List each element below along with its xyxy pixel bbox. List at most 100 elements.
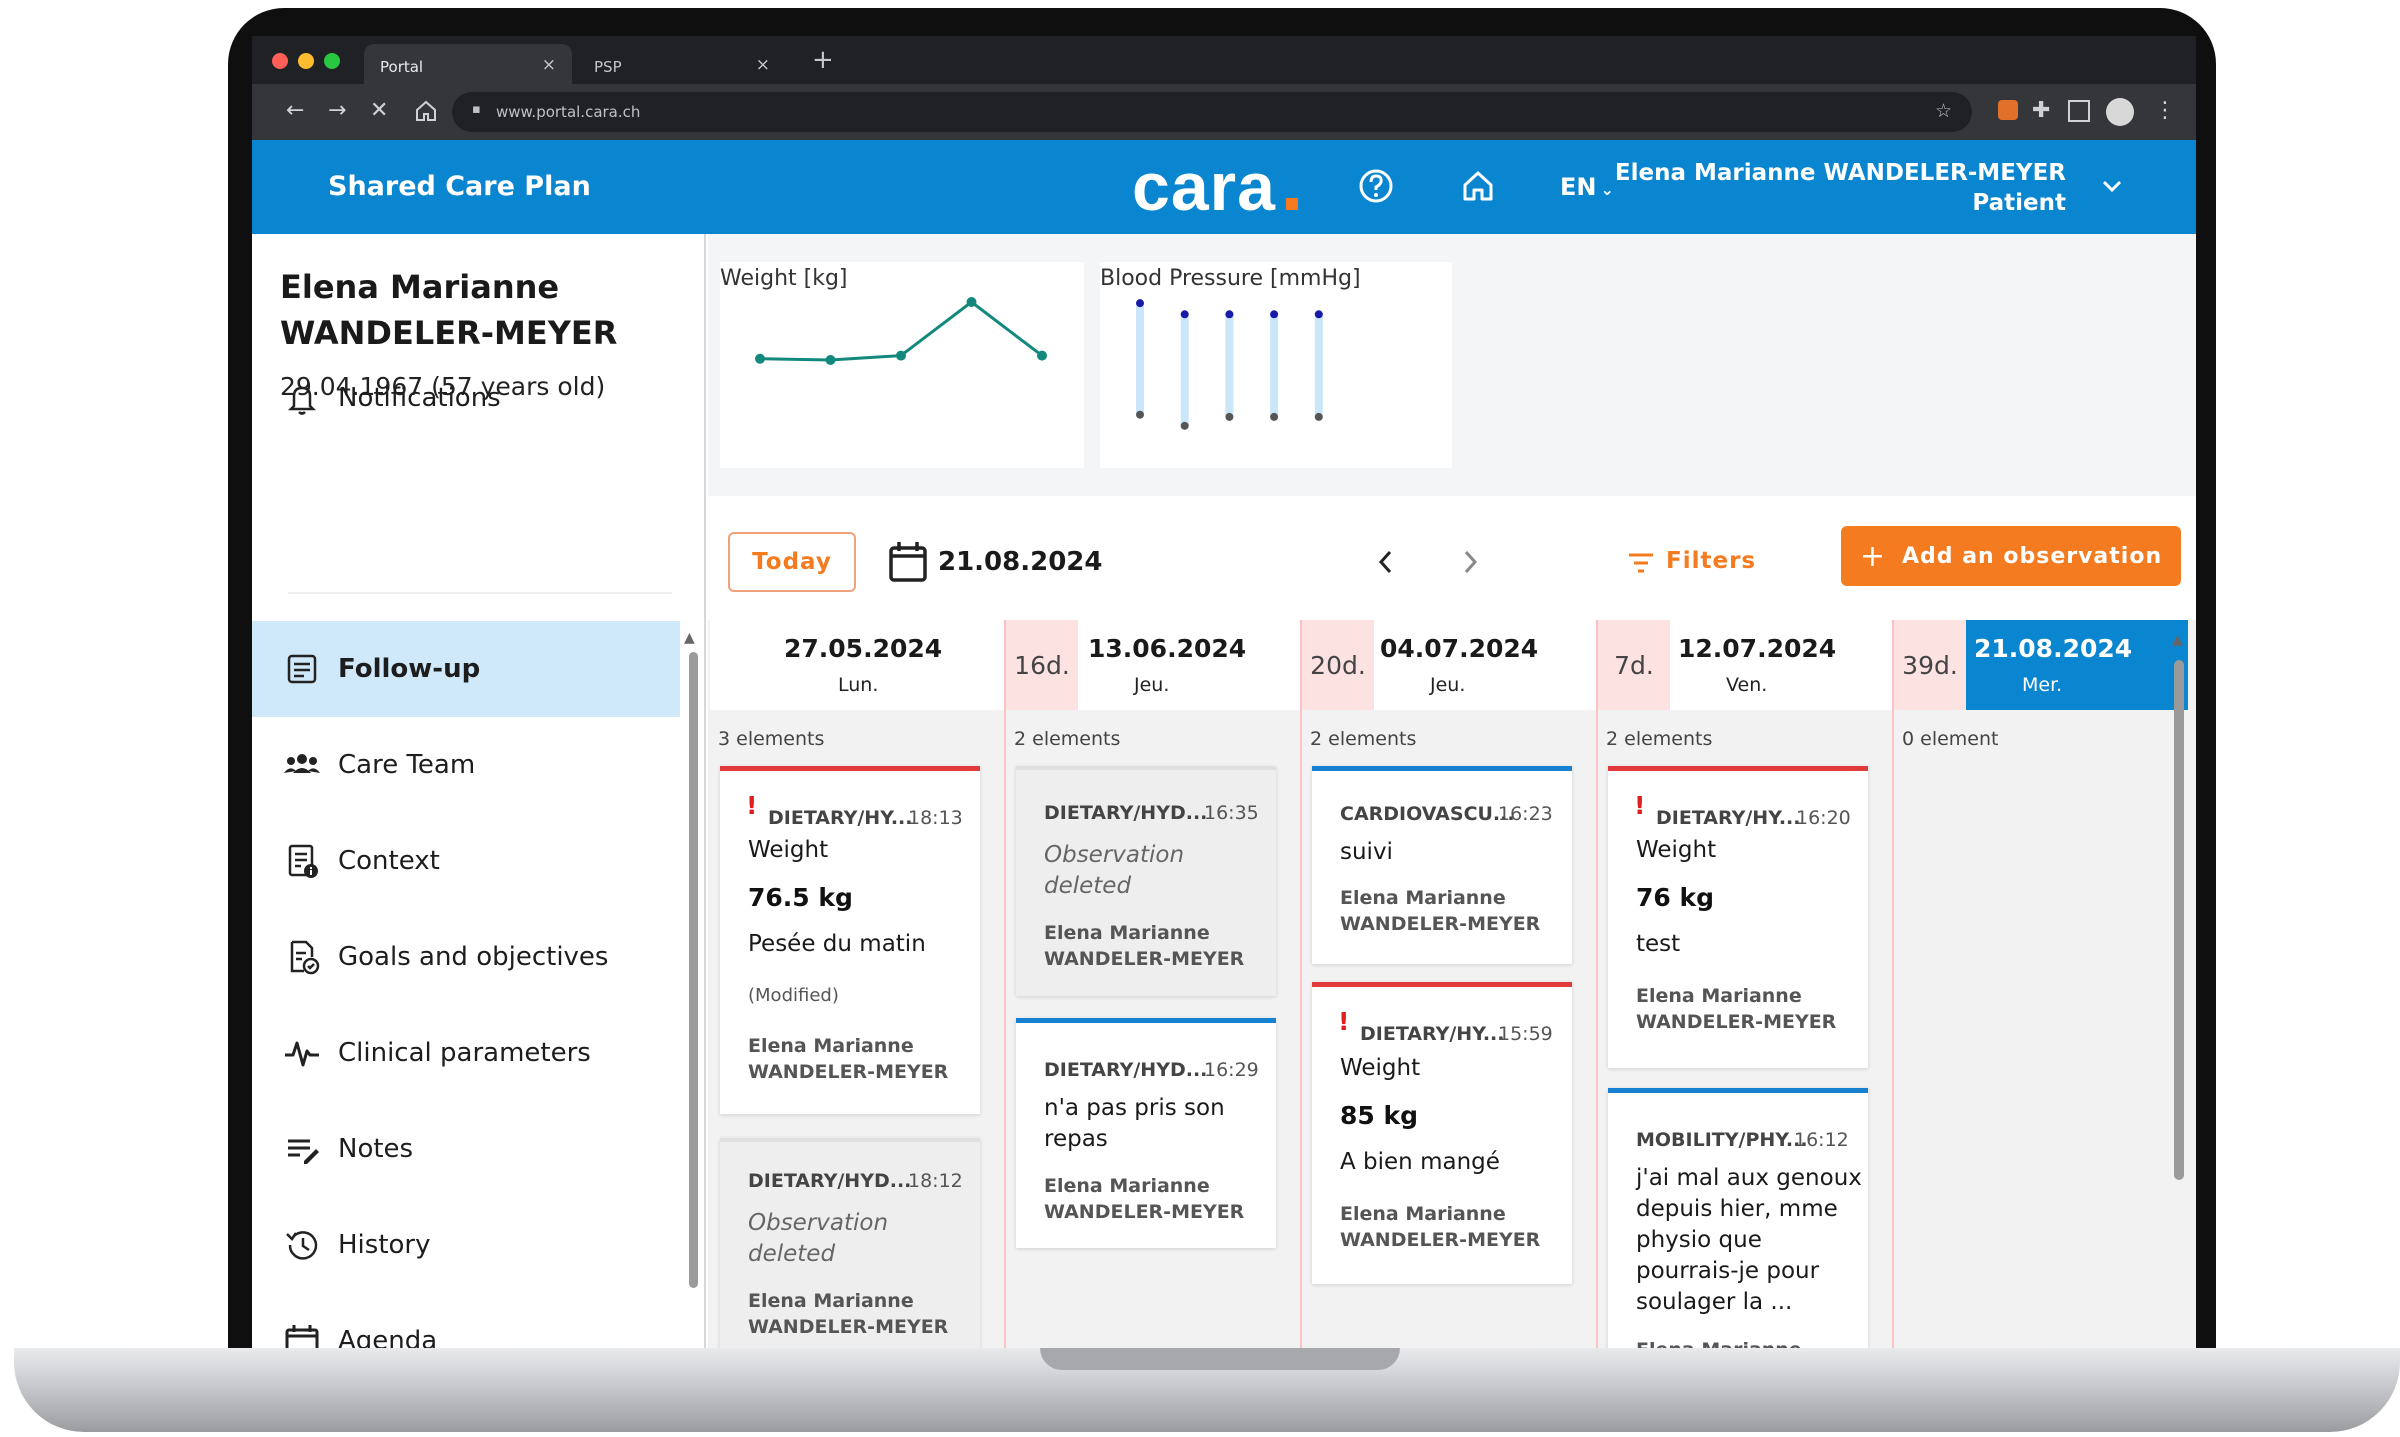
nav-care-team[interactable]: Care Team — [252, 717, 680, 813]
weight-chart[interactable]: Weight [kg] — [720, 262, 1084, 468]
blood-pressure-chart[interactable]: Blood Pressure [mmHg] — [1100, 262, 1452, 468]
more-menu-icon[interactable]: ⋮ — [2154, 97, 2176, 125]
sidebar-scrollbar[interactable] — [689, 652, 698, 1288]
back-icon[interactable]: ← — [286, 97, 304, 125]
observation-time: 15:59 — [1498, 1023, 1553, 1045]
home-icon[interactable] — [1458, 166, 1498, 206]
address-bar[interactable]: ▪ www.portal.cara.ch ☆ — [452, 92, 1972, 132]
weight-point — [896, 350, 906, 361]
context-icon — [288, 844, 318, 878]
language-selector[interactable]: EN ⌄ — [1560, 173, 1614, 201]
column-day: Jeu. — [1134, 674, 1170, 696]
column-date: 13.06.2024 — [1088, 634, 1247, 663]
forward-icon[interactable]: → — [328, 97, 346, 125]
deleted-observation-card[interactable]: DIETARY/HYD... 18:12 Observation deleted… — [720, 1138, 980, 1348]
home-browser-icon[interactable] — [414, 99, 438, 123]
add-observation-button[interactable]: + Add an observation — [1841, 526, 2181, 586]
maximize-window-dot[interactable] — [324, 53, 340, 69]
bp-range-bar — [1225, 314, 1234, 417]
observation-text: suivi — [1340, 839, 1393, 865]
observation-card[interactable]: ! DIETARY/HY... 18:13 Weight 76.5 kg Pes… — [720, 766, 980, 1114]
nav-agenda[interactable]: Agenda — [252, 1293, 680, 1348]
author-line1: Elena Marianne — [1340, 1203, 1506, 1225]
timeline-scrollbar[interactable] — [2174, 660, 2184, 1180]
close-tab-icon[interactable]: × — [542, 55, 556, 75]
deleted-text: deleted — [748, 1241, 836, 1267]
bp-range-bar — [1180, 314, 1189, 426]
observation-card[interactable]: ! DIETARY/HY... 15:59 Weight 85 kg A bie… — [1312, 982, 1572, 1284]
nav-history[interactable]: History — [252, 1197, 680, 1293]
deleted-observation-card[interactable]: DIETARY/HYD... 16:35 Observation deleted… — [1016, 766, 1276, 996]
date-picker-icon[interactable] — [888, 540, 928, 584]
author-line1: Elena Marianne — [1340, 887, 1506, 909]
minimize-window-dot[interactable] — [298, 53, 314, 69]
patient-name-line1: Elena Marianne — [280, 268, 560, 306]
app-title: Shared Care Plan — [328, 171, 591, 202]
author-line2: WANDELER-MEYER — [1340, 913, 1541, 935]
next-date-icon[interactable] — [1460, 548, 1480, 576]
browser-tab-label: PSP — [594, 58, 622, 76]
add-observation-label: Add an observation — [1902, 543, 2163, 569]
timeline-column-today: 39d. 21.08.2024 Mer. 0 element — [1894, 620, 2188, 1348]
scroll-up-arrow[interactable]: ▲ — [684, 630, 695, 646]
observation-text: soulager la ... — [1636, 1289, 1793, 1315]
profile-avatar[interactable] — [2106, 98, 2134, 126]
element-count: 2 elements — [1014, 728, 1121, 750]
gap-badge: 20d. — [1302, 620, 1374, 710]
main-content: Weight [kg] Blood Pressure [mmHg] Today … — [708, 234, 2196, 1348]
nav-goals[interactable]: Goals and objectives — [252, 909, 680, 1005]
today-button[interactable]: Today — [728, 532, 856, 592]
nav-clinical-parameters[interactable]: Clinical parameters — [252, 1005, 680, 1101]
weight-point — [1037, 350, 1047, 361]
deleted-text: Observation — [748, 1210, 889, 1236]
previous-date-icon[interactable] — [1376, 548, 1396, 576]
user-menu-chevron-icon[interactable] — [2100, 176, 2124, 196]
bp-systolic-point — [1225, 310, 1234, 319]
column-day: Ven. — [1726, 674, 1768, 696]
nav-context[interactable]: Context — [252, 813, 680, 909]
observation-card[interactable]: DIETARY/HYD... 16:29 n'a pas pris son re… — [1016, 1018, 1276, 1248]
author-line2: WANDELER-MEYER — [748, 1061, 949, 1083]
gap-badge: 7d. — [1598, 620, 1670, 710]
logo-dot — [1286, 198, 1298, 210]
timeline-scroll-up-arrow[interactable]: ▲ — [2172, 632, 2183, 648]
plus-icon: + — [1859, 538, 1887, 574]
observation-card[interactable]: MOBILITY/PHY... 16:12 j'ai mal aux genou… — [1608, 1088, 1868, 1348]
browser-tab-portal[interactable]: Portal × — [364, 44, 572, 84]
bp-diastolic-point — [1225, 412, 1234, 421]
cara-logo[interactable]: cara — [1132, 148, 1276, 226]
new-tab-icon[interactable]: + — [812, 45, 834, 75]
close-tab-icon[interactable]: × — [756, 55, 770, 75]
weight-point — [755, 353, 765, 364]
nav-follow-up[interactable]: Follow-up — [252, 621, 680, 717]
column-header: 27.05.2024 Lun. — [710, 620, 1004, 710]
nav-notifications[interactable]: Notifications — [252, 350, 680, 446]
element-count: 2 elements — [1310, 728, 1417, 750]
bp-diastolic-point — [1136, 410, 1144, 419]
column-date: 04.07.2024 — [1380, 634, 1539, 663]
sidepanel-icon[interactable] — [2068, 100, 2090, 122]
bp-chart-plot — [1136, 299, 1323, 430]
lock-icon: ▪ — [472, 102, 481, 117]
nav-notes[interactable]: Notes — [252, 1101, 680, 1197]
filter-icon — [1629, 553, 1653, 573]
history-icon — [286, 1231, 318, 1260]
extension-icon[interactable] — [1998, 100, 2018, 120]
weight-chart-plot — [755, 297, 1047, 365]
browser-tab-psp[interactable]: PSP × — [578, 44, 786, 84]
stop-icon[interactable]: ✕ — [370, 97, 388, 125]
help-icon[interactable] — [1356, 166, 1396, 206]
current-date[interactable]: 21.08.2024 — [938, 547, 1102, 577]
filters-button[interactable]: Filters — [1666, 548, 1756, 574]
observation-card[interactable]: CARDIOVASCU... 16:23 suivi Elena Mariann… — [1312, 766, 1572, 964]
observation-category: DIETARY/HYD... — [1044, 1059, 1208, 1081]
url-text: www.portal.cara.ch — [496, 103, 641, 121]
observation-text: physio que — [1636, 1227, 1762, 1253]
author-line1: Elena Marianne — [748, 1290, 914, 1312]
bookmark-star-icon[interactable]: ☆ — [1935, 100, 1952, 122]
user-name: Elena Marianne WANDELER-MEYER — [1614, 160, 2066, 186]
close-window-dot[interactable] — [272, 53, 288, 69]
author-line1: Elena Marianne — [1636, 1337, 1802, 1348]
observation-card[interactable]: ! DIETARY/HY... 16:20 Weight 76 kg test … — [1608, 766, 1868, 1068]
puzzle-icon[interactable]: ✚ — [2032, 97, 2050, 125]
